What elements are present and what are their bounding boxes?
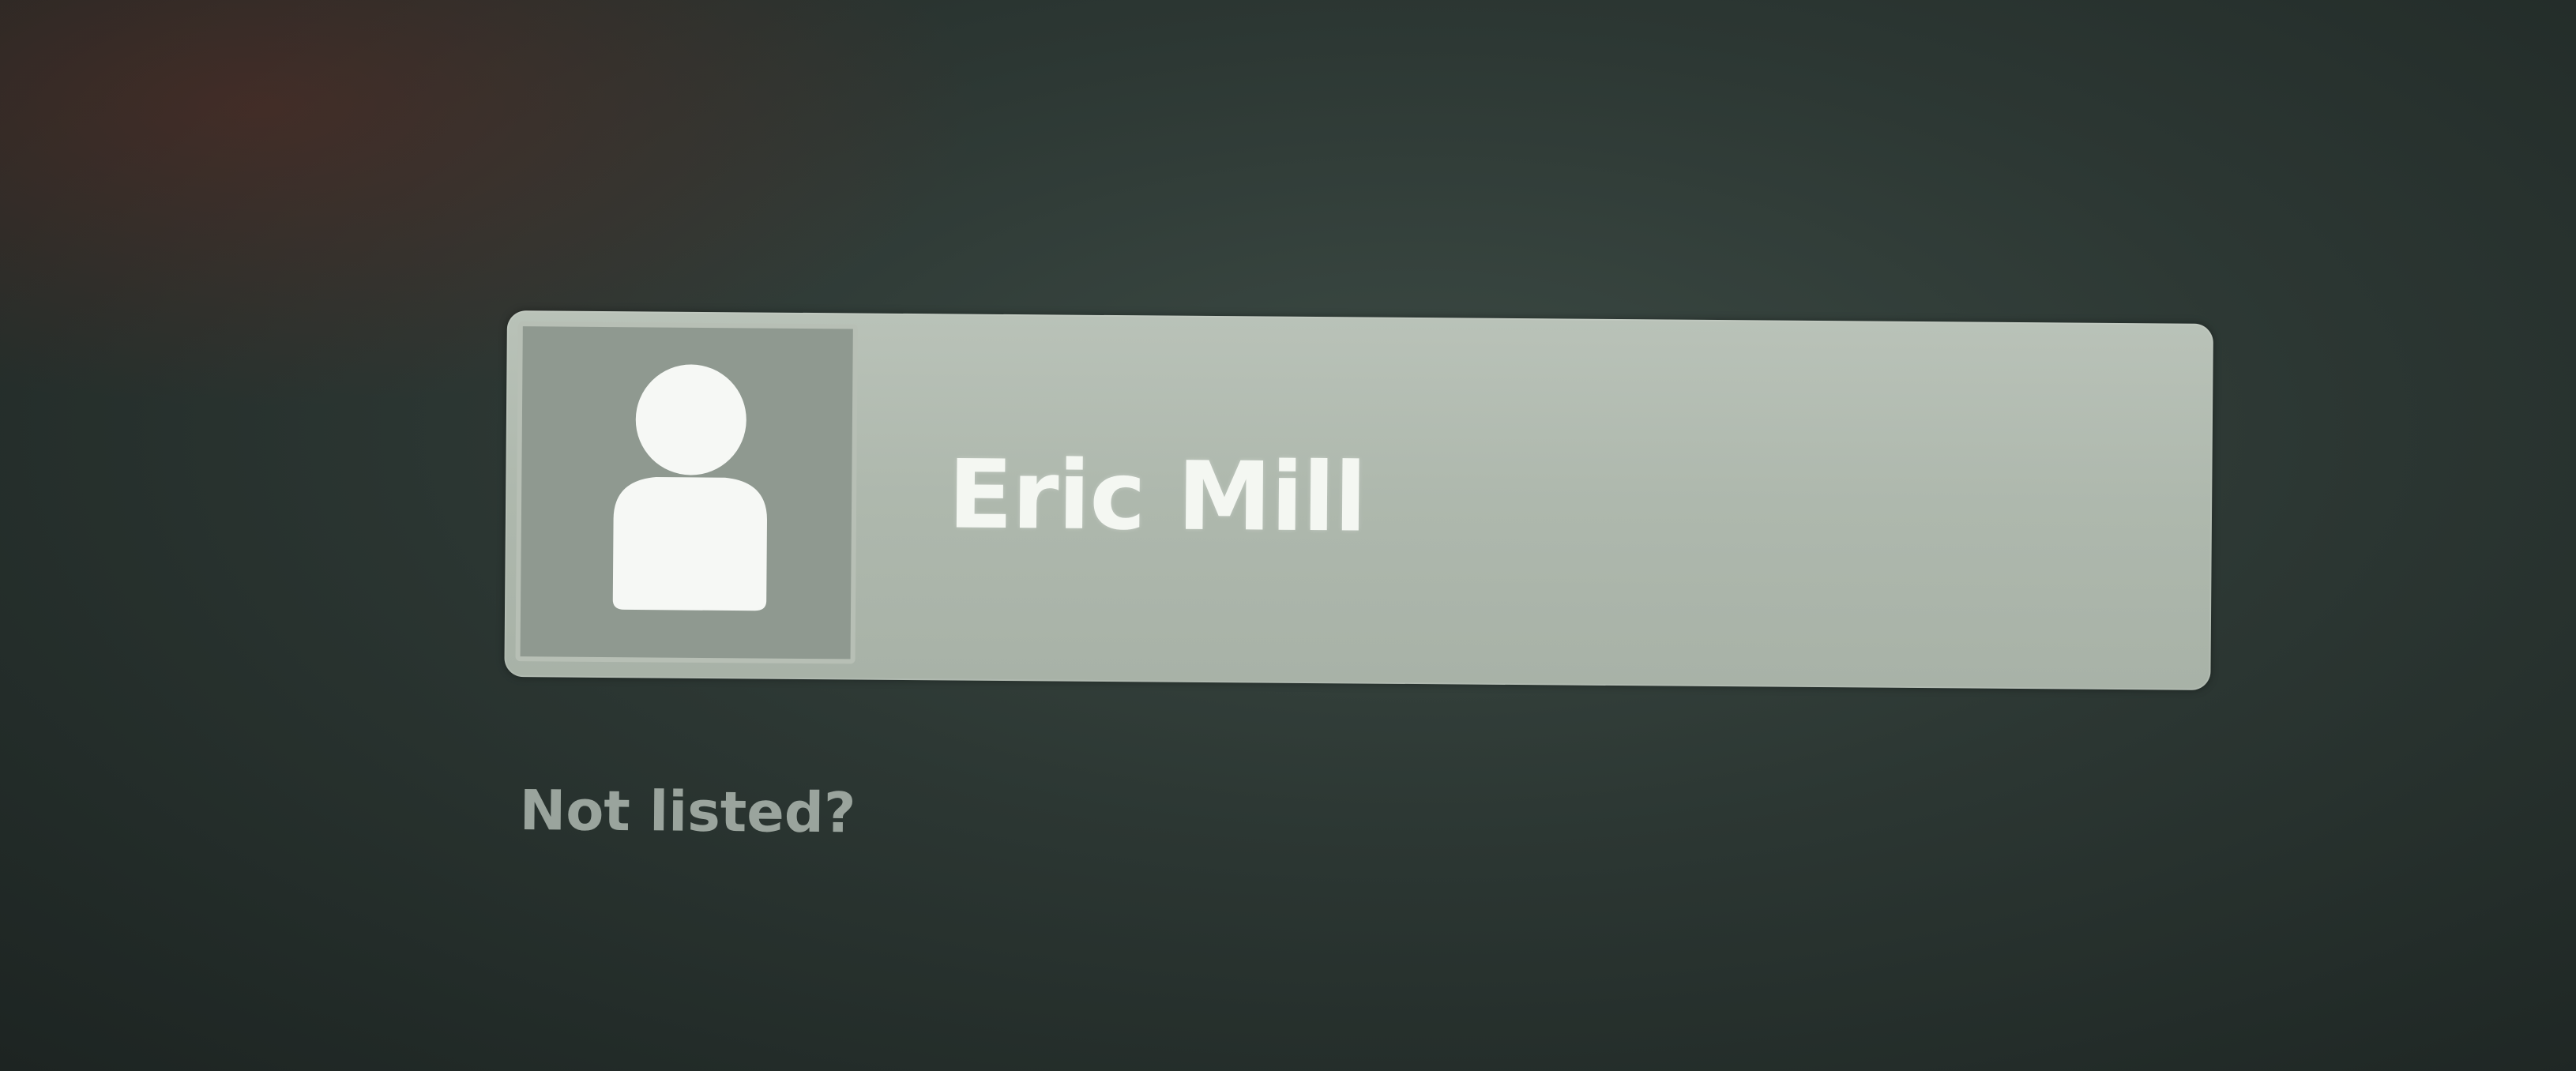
avatar	[515, 321, 858, 664]
user-name: Eric Mill	[947, 440, 1367, 554]
user-silhouette-icon	[612, 364, 767, 611]
login-screen: Eric Mill Not listed?	[0, 0, 2576, 1071]
user-list-item[interactable]: Eric Mill	[504, 310, 2213, 690]
not-listed-link[interactable]: Not listed?	[519, 778, 856, 845]
